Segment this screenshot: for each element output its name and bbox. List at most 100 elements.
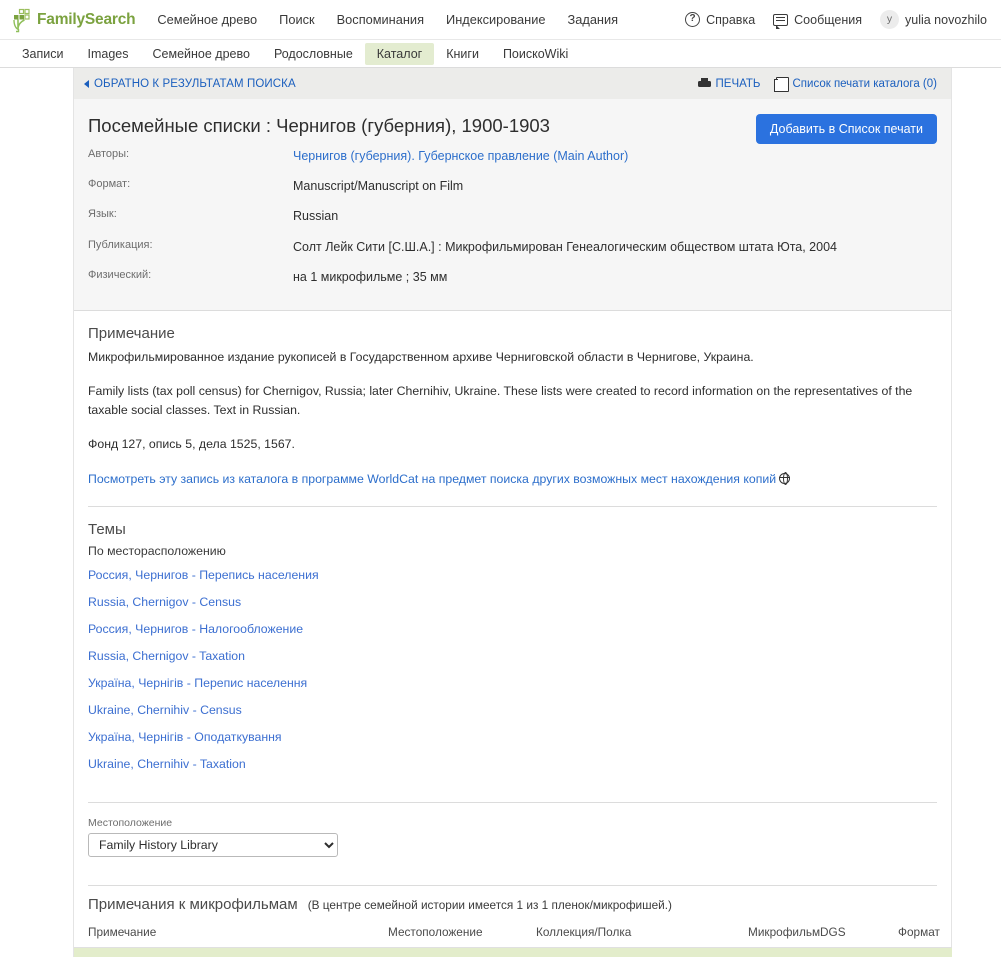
metadata-value-format: Manuscript/Manuscript on Film (293, 179, 464, 194)
help-button[interactable]: ? Справка (685, 12, 755, 27)
help-label: Справка (706, 12, 756, 27)
nav-item-memories[interactable]: Воспоминания (337, 12, 424, 27)
catalog-record-panel: ОБРАТНО К РЕЗУЛЬТАТАМ ПОИСКА ПЕЧАТЬ Спис… (73, 68, 952, 957)
worldcat-link[interactable]: Посмотреть эту запись из каталога в прог… (88, 472, 776, 486)
message-bubble-icon (773, 13, 789, 29)
avatar: y (880, 10, 899, 29)
print-label: ПЕЧАТЬ (715, 77, 761, 90)
metadata-row-authors: Авторы: Чернигов (губерния). Губернское … (88, 147, 937, 177)
subjects-subtitle: По месторасположению (88, 544, 226, 558)
cell-format[interactable] (894, 947, 952, 957)
location-select-wrapper: Family History Library (88, 833, 338, 857)
subject-link-6[interactable]: Ukraine, Chernihiv - Census (88, 703, 242, 717)
panel-toolbar: ОБРАТНО К РЕЗУЛЬТАТАМ ПОИСКА ПЕЧАТЬ Спис… (74, 68, 951, 99)
tab-records[interactable]: Записи (10, 43, 76, 65)
subject-link-7[interactable]: Україна, Чернігів - Оподаткування (88, 730, 282, 744)
cell-location[interactable]: Family History Library (374, 947, 522, 957)
nav-item-search[interactable]: Поиск (279, 12, 314, 27)
cell-dgs: 7767600 (820, 947, 894, 957)
catalog-print-list-label: Список печати каталога (0) (792, 77, 937, 90)
subject-link-4[interactable]: Russia, Chernigov - Taxation (88, 649, 245, 663)
printer-icon (697, 78, 711, 89)
tab-family-tree[interactable]: Семейное древо (141, 43, 262, 65)
document-list-icon (774, 76, 790, 92)
note-paragraph-3: Фонд 127, опись 5, дела 1525, 1567. (88, 437, 295, 452)
column-header-location: Местоположение (374, 921, 522, 948)
messages-button[interactable]: Сообщения (773, 12, 862, 29)
metadata-row-physical: Физический: на 1 микрофильме ; 35 мм (88, 268, 937, 298)
metadata-label-authors: Авторы: (88, 148, 130, 161)
user-name: yulia novozhilo (905, 12, 987, 27)
subject-link-5[interactable]: Україна, Чернігів - Перепис населення (88, 676, 307, 690)
column-header-note: Примечание (74, 921, 374, 948)
back-to-search-results-link[interactable]: ОБРАТНО К РЕЗУЛЬТАТАМ ПОИСКА (84, 78, 296, 90)
global-nav-right: ? Справка Сообщения y yulia novozhilo (685, 10, 987, 29)
note-paragraph-2: Family lists (tax poll census) for Chern… (88, 384, 913, 417)
familysearch-logo[interactable]: FamilySearch (10, 7, 136, 33)
tab-genealogies[interactable]: Родословные (262, 43, 365, 65)
tab-catalog[interactable]: Каталог (364, 42, 435, 65)
column-header-collection: Коллекция/Полка (522, 921, 744, 948)
column-header-format: Формат (894, 921, 952, 948)
table-header-row: Примечание Местоположение Коллекция/Полк… (74, 921, 952, 948)
tab-images[interactable]: Images (76, 43, 141, 65)
metadata-row-format: Формат: Manuscript/Manuscript on Film (88, 177, 937, 207)
globe-icon (778, 472, 791, 486)
subject-link-8[interactable]: Ukraine, Chernihiv - Taxation (88, 757, 246, 771)
notes-section: Примечание Микрофильмированное издание р… (74, 311, 951, 492)
cell-film: 1696867Item 6 (744, 947, 820, 957)
sub-navigation-tabs: Записи Images Семейное древо Родословные… (0, 40, 1001, 68)
global-navigation-bar: FamilySearch Семейное древо Поиск Воспом… (0, 0, 1001, 40)
film-notes-table-body: Ф. 127, о. 5, д. 1525 Переписки и финанс… (74, 947, 952, 957)
cell-note: Ф. 127, о. 5, д. 1525 Переписки и финанс… (74, 947, 374, 957)
print-button[interactable]: ПЕЧАТЬ (697, 77, 761, 90)
subjects-title: Темы (88, 521, 126, 538)
cell-collection: International B1 High Density (522, 947, 744, 957)
messages-label: Сообщения (794, 12, 862, 27)
tree-logo-icon (13, 8, 30, 32)
metadata-label-physical: Физический: (88, 268, 152, 281)
location-select[interactable]: Family History Library (88, 833, 338, 857)
toolbar-actions: ПЕЧАТЬ Список печати каталога (0) (697, 76, 937, 92)
record-header: Посемейные списки : Чернигов (губерния),… (74, 99, 951, 311)
film-notes-header: Примечания к микрофильмам (В центре семе… (74, 886, 951, 921)
metadata-value-publication: Солт Лейк Сити [С.Ш.А.] : Микрофильмиров… (293, 239, 837, 254)
metadata-label-format: Формат: (88, 178, 131, 191)
author-link[interactable]: Чернигов (губерния). Губернское правлени… (293, 149, 628, 163)
metadata-row-publication: Публикация: Солт Лейк Сити [С.Ш.А.] : Ми… (88, 238, 937, 268)
subject-link-3[interactable]: Россия, Чернигов - Налогообложение (88, 622, 303, 636)
catalog-print-list-button[interactable]: Список печати каталога (0) (774, 76, 937, 92)
metadata-value-authors: Чернигов (губерния). Губернское правлени… (293, 147, 937, 177)
notes-title: Примечание (88, 324, 175, 342)
worldcat-line: Посмотреть эту запись из каталога в прог… (88, 470, 937, 488)
film-notes-subtitle: (В центре семейной истории имеется 1 из … (307, 898, 672, 912)
film-notes-table-head: Примечание Местоположение Коллекция/Полк… (74, 921, 952, 948)
user-account-menu[interactable]: y yulia novozhilo (880, 10, 987, 29)
film-notes-table: Примечание Местоположение Коллекция/Полк… (74, 921, 952, 957)
chevron-left-icon (84, 79, 89, 88)
metadata-row-language: Язык: Russian (88, 207, 937, 237)
table-row[interactable]: Ф. 127, о. 5, д. 1525 Переписки и финанс… (74, 947, 952, 957)
subject-link-2[interactable]: Russia, Chernigov - Census (88, 595, 241, 609)
page-body: ОБРАТНО К РЕЗУЛЬТАТАМ ПОИСКА ПЕЧАТЬ Спис… (0, 68, 1001, 957)
nav-item-tasks[interactable]: Задания (568, 12, 619, 27)
metadata-value-language: Russian (293, 209, 339, 224)
subject-link-1[interactable]: Россия, Чернигов - Перепись населения (88, 568, 319, 582)
column-header-film: Микрофильм (744, 921, 820, 948)
metadata-value-physical: на 1 микрофильме ; 35 мм (293, 269, 448, 284)
tab-research-wiki[interactable]: ПоискоWiki (491, 43, 580, 65)
add-to-print-list-button[interactable]: Добавить в Список печати (755, 114, 937, 144)
logo-text: FamilySearch (37, 10, 136, 28)
metadata-label-language: Язык: (88, 208, 117, 221)
location-select-label: Местоположение (88, 817, 173, 829)
note-paragraph-1: Микрофильмированное издание рукописей в … (88, 349, 754, 364)
tab-books[interactable]: Книги (434, 43, 491, 65)
film-notes-title: Примечания к микрофильмам (88, 896, 298, 913)
global-nav-items: Семейное древо Поиск Воспоминания Индекс… (157, 12, 618, 27)
nav-item-family-tree[interactable]: Семейное древо (157, 12, 257, 27)
column-header-dgs: DGS (820, 921, 894, 948)
metadata-label-publication: Публикация: (88, 238, 153, 251)
question-mark-icon: ? (685, 12, 701, 27)
subjects-section: Темы По месторасположению Россия, Черниг… (74, 507, 951, 788)
nav-item-indexing[interactable]: Индексирование (446, 12, 545, 27)
